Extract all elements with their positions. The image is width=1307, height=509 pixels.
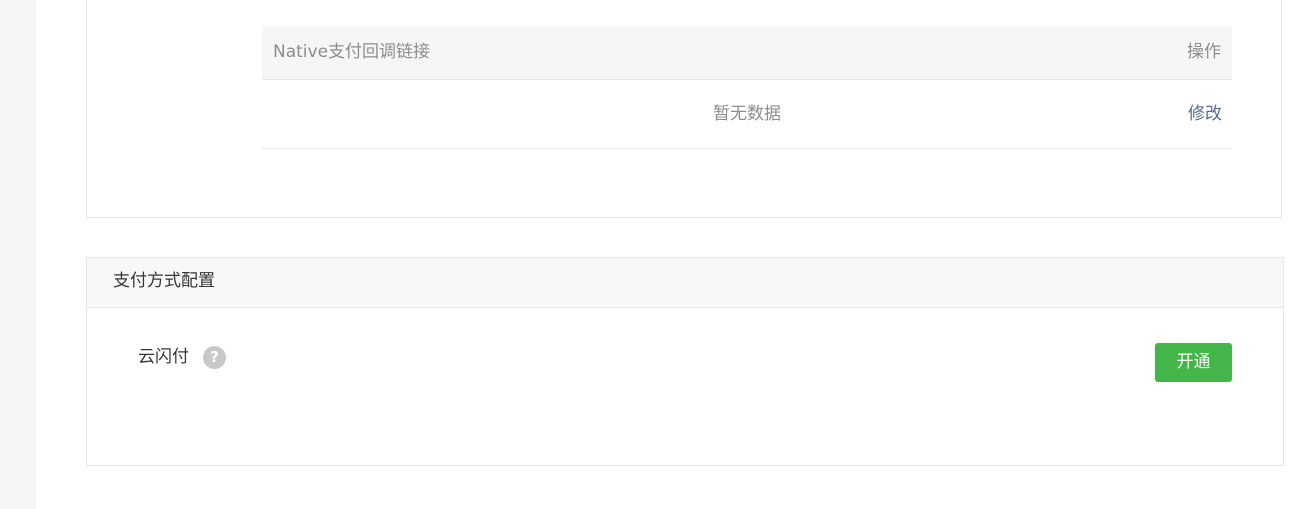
table-header: Native支付回调链接 操作 (262, 26, 1232, 80)
help-icon[interactable]: ? (203, 346, 226, 369)
payment-config-title: 支付方式配置 (113, 271, 215, 291)
callback-panel: Native支付回调链接 操作 暂无数据 修改 (86, 0, 1282, 218)
payment-config-header: 支付方式配置 (87, 258, 1283, 308)
table-row: 暂无数据 修改 (262, 80, 1232, 149)
payment-config-panel: 支付方式配置 云闪付 ? 开通 (86, 257, 1284, 466)
payment-method-label: 云闪付 (138, 347, 189, 367)
payment-method-row: 云闪付 ? 开通 (87, 343, 1283, 384)
column-header-callback-link: Native支付回调链接 (273, 42, 431, 62)
callback-table: Native支付回调链接 操作 暂无数据 修改 (262, 26, 1232, 149)
empty-state-text: 暂无数据 (713, 104, 781, 124)
left-sidebar-strip (0, 0, 36, 509)
open-button[interactable]: 开通 (1155, 343, 1232, 382)
modify-link[interactable]: 修改 (1188, 80, 1222, 148)
column-header-action: 操作 (1187, 42, 1221, 62)
